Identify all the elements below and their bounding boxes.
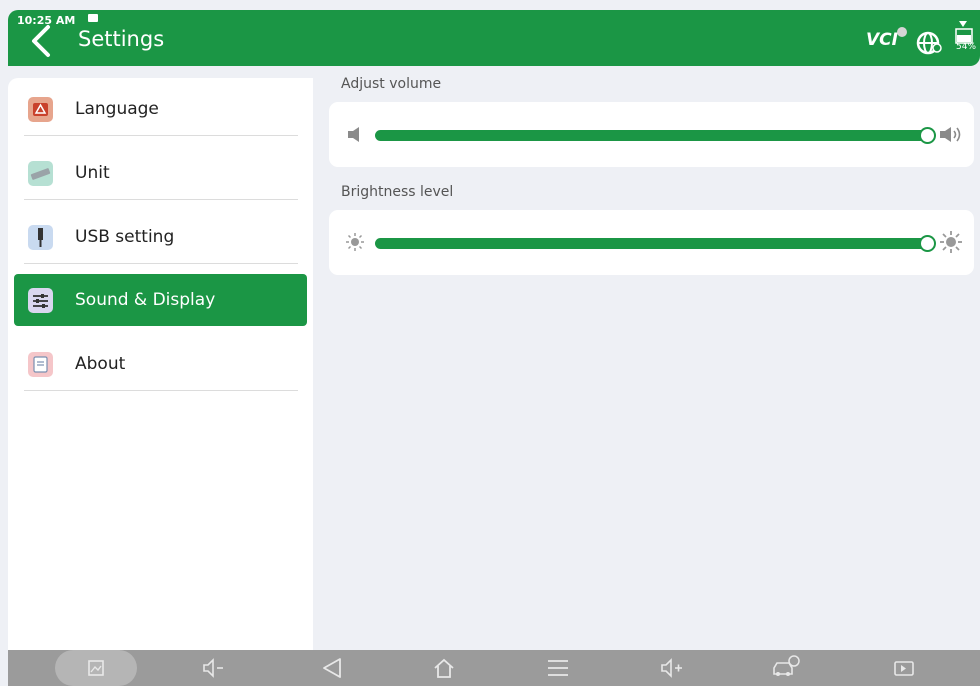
divider: [24, 199, 298, 200]
car-diagnostics-button[interactable]: [766, 652, 806, 684]
volume-section-label: Adjust volume: [341, 76, 442, 92]
sidebar-item-label: About: [75, 354, 126, 374]
sidebar-item-unit[interactable]: Unit: [14, 147, 307, 200]
menu-icon: [548, 660, 568, 676]
brightness-high-icon: [940, 231, 962, 253]
screenshot-button[interactable]: [76, 652, 116, 684]
sidebar-item-label: Sound & Display: [75, 290, 216, 310]
screen-record-button[interactable]: [884, 652, 924, 684]
sidebar-item-about[interactable]: About: [14, 338, 307, 391]
divider: [24, 390, 298, 391]
brightness-section-label: Brightness level: [341, 184, 454, 200]
system-navigation-bar: [8, 650, 980, 686]
volume-up-icon: [661, 658, 682, 678]
usb-icon: [28, 225, 53, 250]
settings-screen: 10:25 AM Settings VCI 54% Language Unit …: [0, 0, 980, 686]
home-icon: [434, 658, 454, 678]
volume-slider-track[interactable]: [375, 130, 930, 141]
battery-wifi-icon: [955, 21, 973, 44]
app-header: 10:25 AM Settings VCI 54%: [8, 10, 980, 66]
sidebar-item-usb[interactable]: USB setting: [14, 211, 307, 264]
volume-card: [329, 102, 974, 167]
brightness-slider-thumb[interactable]: [919, 235, 936, 252]
divider: [24, 263, 298, 264]
back-button[interactable]: [28, 24, 56, 58]
battery-percent: 54%: [956, 42, 977, 52]
nav-menu-button[interactable]: [538, 652, 578, 684]
back-arrow-icon: [32, 25, 50, 57]
volume-slider-thumb[interactable]: [919, 127, 936, 144]
brightness-card: [329, 210, 974, 275]
screen-record-icon: [894, 661, 914, 676]
vci-status-label[interactable]: VCI: [866, 30, 898, 50]
sidebar-item-label: Language: [75, 99, 159, 119]
sidebar-item-label: Unit: [75, 163, 110, 183]
notification-image-icon: [88, 14, 98, 22]
nav-back-button[interactable]: [312, 652, 352, 684]
ruler-icon: [28, 161, 53, 186]
settings-sidebar: Language Unit USB setting Sound & Displa…: [8, 78, 313, 650]
sidebar-item-sound-display[interactable]: Sound & Display: [14, 274, 307, 326]
volume-up-button[interactable]: [652, 652, 692, 684]
nav-home-button[interactable]: [424, 652, 464, 684]
brightness-slider-track[interactable]: [375, 238, 930, 249]
car-diagnostics-icon: [773, 655, 800, 676]
sidebar-item-language[interactable]: Language: [14, 83, 307, 136]
divider: [24, 135, 298, 136]
volume-down-icon: [203, 658, 223, 678]
screenshot-icon: [88, 660, 104, 676]
vci-disconnected-badge: [897, 27, 907, 37]
document-icon: [28, 352, 53, 377]
sidebar-item-label: USB setting: [75, 227, 175, 247]
volume-mute-icon: [348, 127, 359, 142]
page-title: Settings: [78, 27, 165, 51]
volume-max-icon: [940, 127, 961, 142]
back-icon: [323, 658, 341, 678]
globe-icon[interactable]: [916, 30, 942, 56]
brightness-low-icon: [346, 233, 364, 251]
sliders-icon: [28, 288, 53, 313]
language-icon: [28, 97, 53, 122]
volume-down-button[interactable]: [193, 652, 233, 684]
